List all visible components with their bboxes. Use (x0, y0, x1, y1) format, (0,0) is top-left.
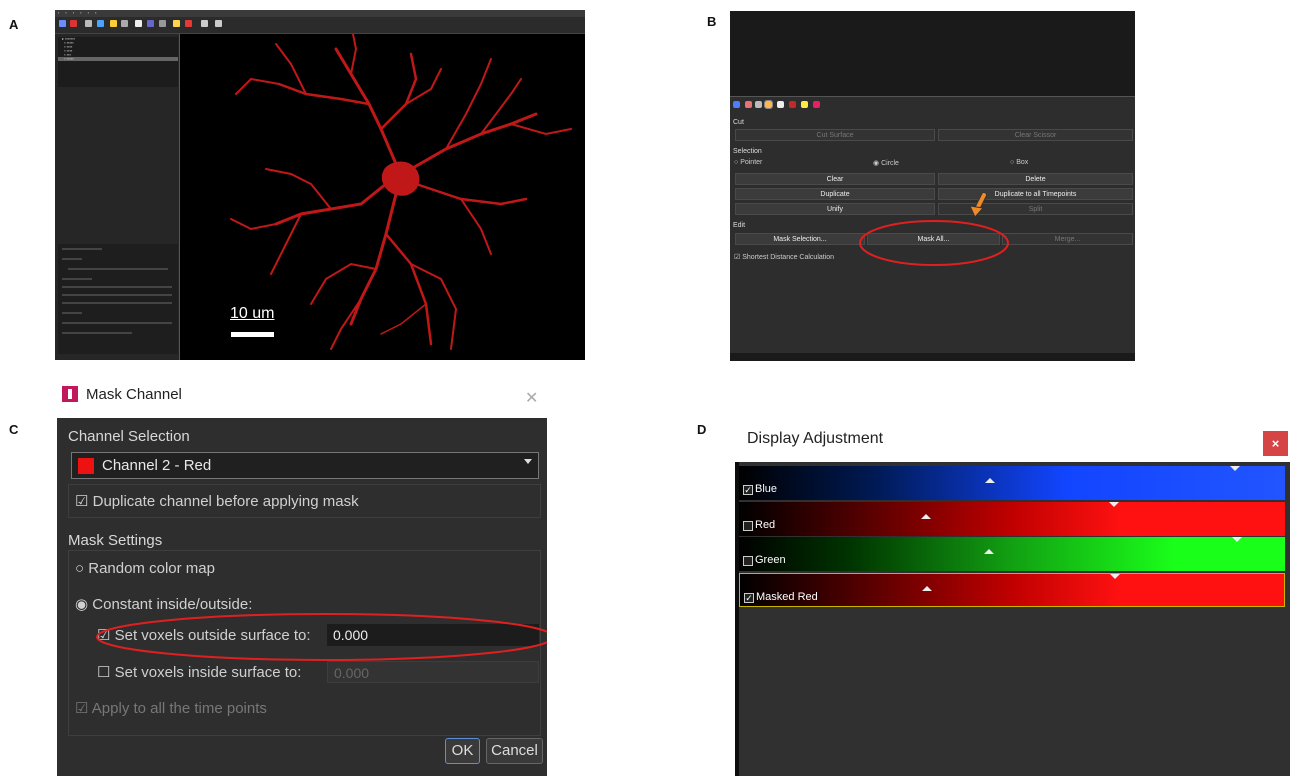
scene-tree[interactable]: ▸ ▪▪▪▪▪▪▪ ▪ ▪▪▪▪▪ ▪ ▪▪▪▪ ▪ ▪▪▪▪ ▪ ▪▪▪ ▪ … (58, 37, 178, 87)
channel-checkbox[interactable]: ✓ (743, 485, 753, 495)
toolbar-icon[interactable] (97, 20, 104, 27)
highlight-ellipse (859, 220, 1009, 266)
toolbar-icon[interactable] (70, 20, 77, 27)
channel-checkbox[interactable]: ✓ (744, 593, 754, 603)
panel-label-a: A (9, 17, 19, 32)
highlight-overlay (96, 613, 547, 661)
properties-panel[interactable] (58, 244, 178, 354)
panel-label-b: B (707, 14, 717, 29)
channel-row-masked-red[interactable]: ✓ Masked Red (739, 573, 1285, 607)
channel-checkbox[interactable] (743, 521, 753, 531)
channel-row-blue[interactable]: ✓ Blue (739, 466, 1285, 500)
max-marker-icon[interactable] (1232, 537, 1242, 542)
scale-bar (231, 332, 274, 337)
panel-label-c: C (9, 422, 19, 437)
toolbar-icon[interactable] (215, 20, 222, 27)
channel-label: Masked Red (756, 591, 818, 603)
channel-label: Blue (755, 483, 778, 495)
max-marker-icon[interactable] (1230, 466, 1240, 471)
toolbar-icon[interactable] (147, 20, 154, 27)
toolbar-icon[interactable] (185, 20, 192, 27)
menu-bar[interactable]: ▪ ▪ ▪ ▪ ▪ ▪ (55, 10, 585, 17)
channel-label: Red (755, 519, 776, 531)
max-marker-icon[interactable] (1109, 502, 1119, 507)
gamma-marker-icon[interactable] (922, 586, 932, 591)
max-marker-icon[interactable] (1110, 574, 1120, 579)
display-adjustment-titlebar: Display Adjustment × (735, 420, 1290, 462)
highlight-ellipse (96, 613, 547, 661)
gamma-marker-icon[interactable] (921, 514, 931, 519)
panel-label-d: D (697, 422, 707, 437)
toolbar-icon[interactable] (173, 20, 180, 27)
toolbar-icon[interactable] (110, 20, 117, 27)
channel-row-green[interactable]: Green (739, 537, 1285, 571)
mask-channel-dialog: Channel Selection Channel 2 - Red ☑ Dupl… (57, 418, 547, 776)
bottom-strip (730, 353, 1135, 361)
toolbar-icon[interactable] (159, 20, 166, 27)
scale-bar-label: 10 um (230, 305, 275, 322)
channel-checkbox[interactable] (743, 556, 753, 566)
gamma-marker-icon[interactable] (984, 549, 994, 554)
imaris-logo-icon (62, 386, 78, 402)
annotation-overlay (859, 192, 1009, 266)
gamma-marker-icon[interactable] (985, 478, 995, 483)
panel-b-surface-edit: Cut Cut Surface Clear Scissor Selection … (730, 11, 1135, 361)
channel-row-red[interactable]: Red (739, 502, 1285, 536)
toolbar-icon[interactable] (59, 20, 66, 27)
dialog-title: Mask Channel (86, 386, 182, 403)
panel-a-imaris-window: ▪ ▪ ▪ ▪ ▪ ▪ ▸ ▪▪▪▪▪▪▪ ▪ ▪▪▪▪▪ ▪ ▪▪▪▪ ▪ ▪▪▪▪ ▪… (55, 10, 585, 360)
display-adjustment-title: Display Adjustment (747, 430, 884, 447)
close-button[interactable]: × (1263, 431, 1288, 456)
channel-label: Green (755, 554, 786, 566)
toolbar-icon[interactable] (135, 20, 142, 27)
scene-side-panel: ▸ ▪▪▪▪▪▪▪ ▪ ▪▪▪▪▪ ▪ ▪▪▪▪ ▪ ▪▪▪▪ ▪ ▪▪▪ ▪ … (55, 34, 180, 360)
toolbar-icon[interactable] (201, 20, 208, 27)
toolbar (55, 17, 585, 34)
arrow-icon (969, 192, 987, 218)
toolbar-icon[interactable] (85, 20, 92, 27)
close-icon[interactable]: ✕ (525, 388, 538, 408)
display-adjustment-window: Display Adjustment × ✓ Blue Red Green ✓ … (735, 420, 1290, 776)
toolbar-icon[interactable] (121, 20, 128, 27)
